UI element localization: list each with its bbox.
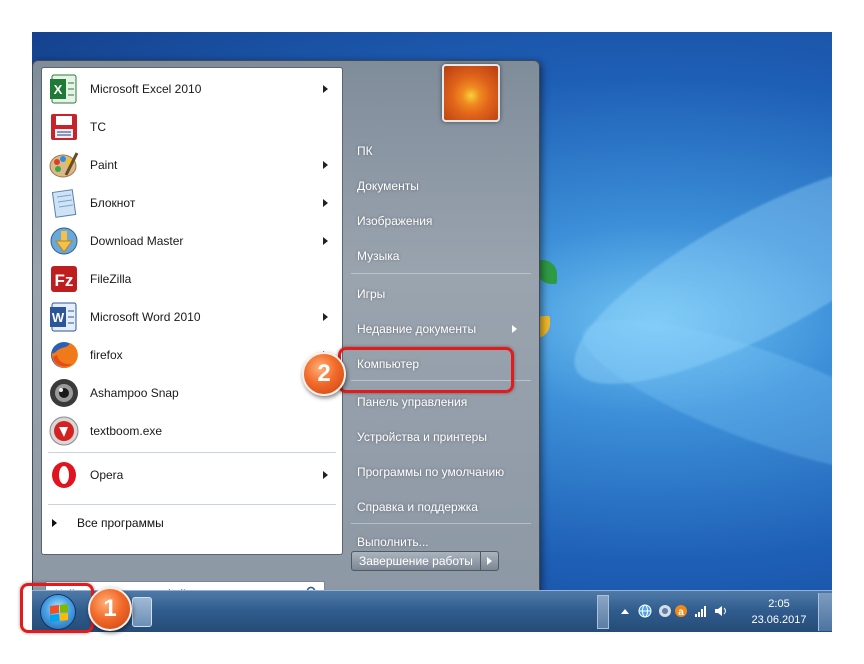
- right-item-pictures[interactable]: Изображения: [351, 209, 531, 233]
- start-button-highlight: [20, 583, 94, 633]
- program-item-paint[interactable]: Paint: [44, 146, 340, 184]
- submenu-arrow-icon[interactable]: [323, 313, 328, 321]
- desktop: X Microsoft Excel 2010 TC Paint Блокнот …: [32, 32, 832, 632]
- right-item-label: Выполнить...: [357, 535, 429, 549]
- network-globe-icon[interactable]: [638, 604, 652, 618]
- right-item-label: ПК: [357, 144, 373, 158]
- pinned-separator: [48, 452, 336, 453]
- program-item-download-master[interactable]: Download Master: [44, 222, 340, 260]
- right-item-label: Программы по умолчанию: [357, 465, 505, 479]
- download-master-icon: [48, 225, 80, 257]
- program-item-excel[interactable]: X Microsoft Excel 2010: [44, 70, 340, 108]
- right-item-documents[interactable]: Документы: [351, 174, 531, 198]
- volume-icon[interactable]: [714, 604, 728, 618]
- program-label: Microsoft Word 2010: [90, 310, 201, 324]
- right-separator: [351, 273, 531, 274]
- submenu-arrow-icon[interactable]: [323, 237, 328, 245]
- program-item-ashampoo-snap[interactable]: Ashampoo Snap: [44, 374, 340, 412]
- avast-icon[interactable]: a: [674, 604, 688, 618]
- all-programs-arrow-icon: [52, 519, 57, 527]
- clock-time: 2:05: [768, 598, 790, 610]
- shutdown-options-button[interactable]: [480, 551, 499, 571]
- right-item-label: Справка и поддержка: [357, 500, 478, 514]
- shutdown-group: Завершение работы: [351, 551, 499, 571]
- chevron-right-icon: [486, 557, 492, 565]
- program-item-notepad[interactable]: Блокнот: [44, 184, 340, 222]
- user-picture[interactable]: [442, 64, 500, 122]
- all-programs-label: Все программы: [77, 516, 164, 530]
- program-list: X Microsoft Excel 2010 TC Paint Блокнот …: [41, 67, 343, 555]
- right-item-label: Документы: [357, 179, 419, 193]
- program-label: Opera: [90, 468, 124, 482]
- svg-text:a: a: [678, 607, 684, 618]
- right-item-label: Панель управления: [357, 395, 468, 409]
- notepad-icon: [48, 187, 80, 219]
- textboom-icon: [48, 415, 80, 447]
- clock[interactable]: 2:05 23.06.2017: [744, 596, 814, 628]
- right-item-label: Изображения: [357, 214, 433, 228]
- right-item-recent-documents[interactable]: Недавние документы: [351, 317, 531, 341]
- program-item-filezilla[interactable]: Fz FileZilla: [44, 260, 340, 298]
- program-label: FileZilla: [90, 272, 132, 286]
- filezilla-icon: Fz: [48, 263, 80, 295]
- shutdown-button[interactable]: Завершение работы: [351, 551, 481, 571]
- step-badge: 2: [302, 352, 346, 396]
- submenu-arrow-icon[interactable]: [323, 85, 328, 93]
- program-item-word[interactable]: W Microsoft Word 2010: [44, 298, 340, 336]
- step-badge: 1: [88, 587, 132, 631]
- program-item-textboom[interactable]: textboom.exe: [44, 412, 340, 450]
- program-label: Paint: [90, 158, 118, 172]
- wallpaper-logo-green: [537, 260, 557, 284]
- right-item-label: Игры: [357, 287, 386, 301]
- svg-text:Fz: Fz: [55, 271, 74, 290]
- total-commander-icon: [48, 111, 80, 143]
- right-item-devices-printers[interactable]: Устройства и принтеры: [351, 425, 531, 449]
- right-item-control-panel[interactable]: Панель управления: [351, 390, 531, 414]
- program-label: Download Master: [90, 234, 184, 248]
- right-item-help-support[interactable]: Справка и поддержка: [351, 495, 531, 519]
- svg-text:W: W: [52, 310, 65, 325]
- right-item-games[interactable]: Игры: [351, 282, 531, 306]
- submenu-arrow-icon[interactable]: [323, 471, 328, 479]
- program-item-firefox[interactable]: firefox: [44, 336, 340, 374]
- all-programs-button[interactable]: Все программы: [52, 512, 164, 534]
- program-label: TC: [90, 120, 106, 134]
- taskbar-scroll[interactable]: [597, 595, 609, 629]
- program-label: Блокнот: [90, 196, 136, 210]
- program-label: textboom.exe: [90, 424, 163, 438]
- start-menu: X Microsoft Excel 2010 TC Paint Блокнот …: [32, 60, 540, 604]
- program-label: Microsoft Excel 2010: [90, 82, 202, 96]
- excel-icon: X: [48, 73, 80, 105]
- show-hidden-icons-icon[interactable]: [618, 604, 632, 618]
- clock-date: 23.06.2017: [751, 614, 807, 626]
- all-programs-separator: [48, 504, 336, 505]
- control-panel-highlight: [338, 347, 514, 393]
- right-item-label: Музыка: [357, 249, 400, 263]
- program-label: Ashampoo Snap: [90, 386, 179, 400]
- right-separator: [351, 523, 531, 524]
- right-item-default-programs[interactable]: Программы по умолчанию: [351, 460, 531, 484]
- program-item-tc[interactable]: TC: [44, 108, 340, 146]
- taskbar: a 2:05 23.06.2017: [32, 590, 832, 632]
- taskbar-app-button[interactable]: [132, 597, 152, 627]
- right-item-label: Устройства и принтеры: [357, 430, 487, 444]
- ashampoo-snap-icon: [48, 377, 80, 409]
- opera-icon: [48, 459, 80, 491]
- program-item-opera[interactable]: Opera: [44, 456, 340, 494]
- show-desktop-button[interactable]: [818, 593, 832, 631]
- submenu-arrow-icon: [512, 325, 517, 333]
- submenu-arrow-icon[interactable]: [323, 199, 328, 207]
- word-icon: W: [48, 301, 80, 333]
- signal-bars-icon[interactable]: [694, 604, 708, 618]
- svg-text:X: X: [54, 82, 63, 97]
- right-item-pc[interactable]: ПК: [351, 139, 531, 163]
- right-item-music[interactable]: Музыка: [351, 244, 531, 268]
- firefox-icon: [48, 339, 80, 371]
- paint-icon: [48, 149, 80, 181]
- right-item-label: Недавние документы: [357, 322, 477, 336]
- program-label: firefox: [90, 348, 123, 362]
- submenu-arrow-icon[interactable]: [323, 161, 328, 169]
- network-status-icon[interactable]: [658, 604, 672, 618]
